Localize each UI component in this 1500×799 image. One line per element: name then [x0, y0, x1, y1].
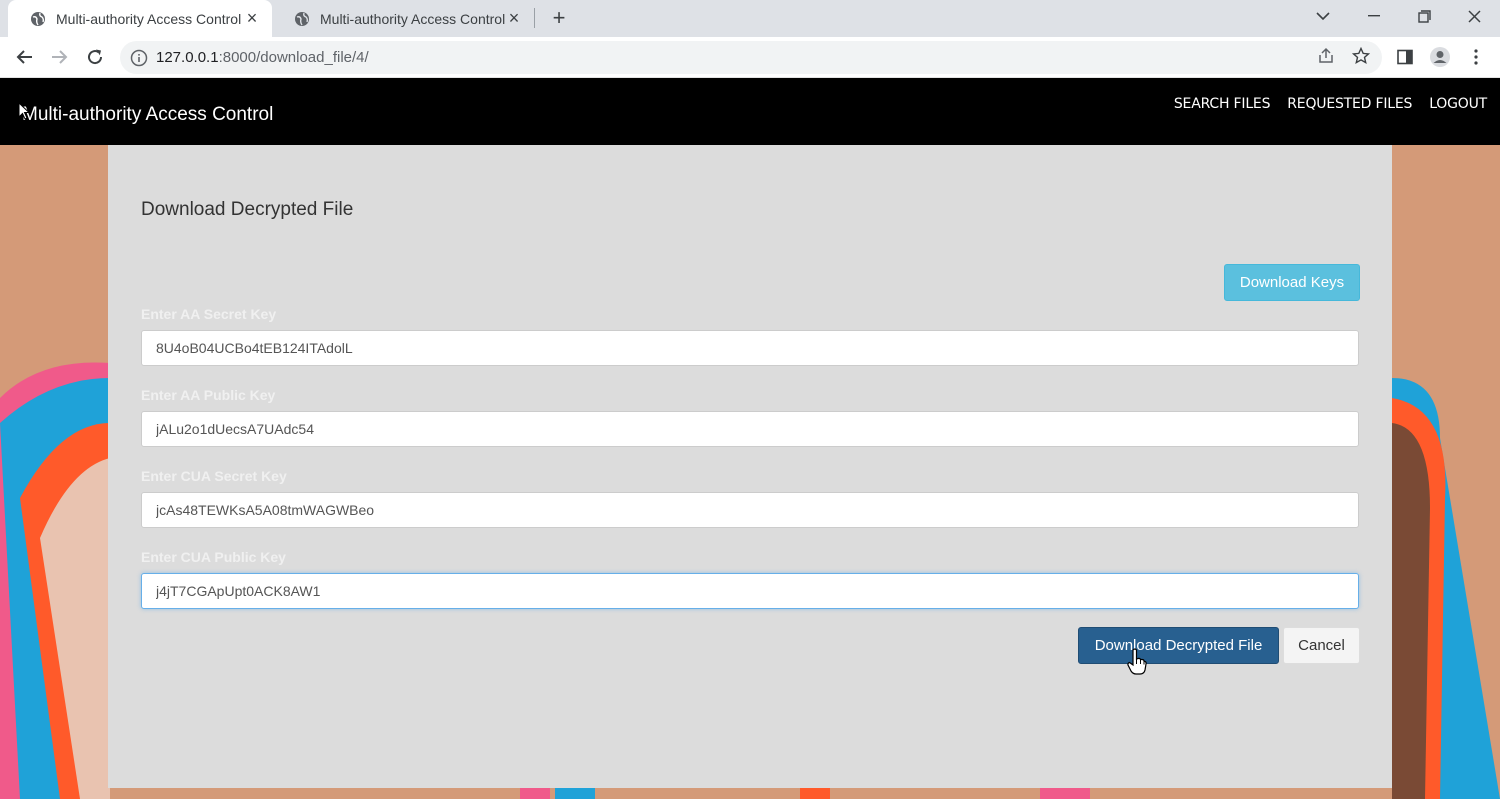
- tab-title: Multi-authority Access Control: [320, 10, 506, 27]
- download-decrypted-file-button[interactable]: Download Decrypted File: [1078, 627, 1279, 664]
- mouse-pointer-icon: [18, 102, 30, 120]
- restore-icon[interactable]: [1409, 4, 1439, 28]
- nav-link-requested-files[interactable]: REQUESTED FILES: [1287, 96, 1412, 112]
- url-text: 127.0.0.1:8000/download_file/4/: [156, 49, 369, 66]
- forward-arrow-icon[interactable]: [48, 45, 72, 69]
- site-brand[interactable]: Multi-authority Access Control: [22, 104, 273, 126]
- profile-avatar-icon[interactable]: [1429, 46, 1451, 68]
- kebab-menu-icon[interactable]: [1465, 46, 1487, 68]
- nav-link-search-files[interactable]: SEARCH FILES: [1174, 96, 1271, 112]
- aa-public-key-label: Enter AA Public Key: [141, 387, 276, 403]
- url-host: 127.0.0.1: [156, 49, 219, 66]
- site-info-icon[interactable]: [130, 49, 148, 67]
- address-bar[interactable]: 127.0.0.1:8000/download_file/4/: [120, 41, 1382, 74]
- window-close-icon[interactable]: [1459, 4, 1489, 28]
- browser-tab-strip: Multi-authority Access Control × Multi-a…: [0, 0, 1500, 37]
- aa-secret-key-input[interactable]: [141, 330, 1359, 366]
- bookmark-star-icon[interactable]: [1350, 45, 1372, 67]
- web-page: Multi-authority Access Control SEARCH FI…: [0, 78, 1500, 799]
- aa-secret-key-label: Enter AA Secret Key: [141, 306, 277, 322]
- cua-secret-key-input[interactable]: [141, 492, 1359, 528]
- hand-cursor-icon: [1127, 648, 1147, 675]
- form-title: Download Decrypted File: [141, 199, 354, 220]
- cua-secret-key-label: Enter CUA Secret Key: [141, 468, 287, 484]
- close-icon[interactable]: ×: [506, 8, 522, 28]
- nav-link-logout[interactable]: LOGOUT: [1429, 96, 1487, 112]
- globe-icon: [30, 11, 46, 27]
- share-icon[interactable]: [1315, 45, 1337, 67]
- site-navbar: Multi-authority Access Control SEARCH FI…: [0, 78, 1500, 145]
- back-arrow-icon[interactable]: [12, 45, 36, 69]
- new-tab-icon[interactable]: +: [548, 6, 570, 30]
- download-form-panel: Download Decrypted File Download Keys En…: [108, 145, 1392, 788]
- browser-tab[interactable]: Multi-authority Access Control ×: [272, 0, 534, 37]
- tab-search-chevron-icon[interactable]: [1308, 4, 1338, 28]
- cancel-button[interactable]: Cancel: [1283, 627, 1360, 664]
- close-icon[interactable]: ×: [244, 8, 260, 28]
- globe-icon: [294, 11, 310, 27]
- side-panel-icon[interactable]: [1394, 46, 1416, 68]
- browser-tab-active[interactable]: Multi-authority Access Control ×: [8, 0, 272, 37]
- reload-icon[interactable]: [83, 45, 107, 69]
- download-keys-button[interactable]: Download Keys: [1224, 264, 1360, 301]
- browser-toolbar: 127.0.0.1:8000/download_file/4/: [0, 37, 1500, 78]
- tab-title: Multi-authority Access Control: [56, 10, 242, 27]
- cua-public-key-label: Enter CUA Public Key: [141, 549, 286, 565]
- tab-separator: [534, 8, 535, 28]
- url-path: :8000/download_file/4/: [218, 49, 369, 66]
- navbar-links: SEARCH FILES REQUESTED FILES LOGOUT: [1174, 96, 1487, 112]
- aa-public-key-input[interactable]: [141, 411, 1359, 447]
- minimize-icon[interactable]: [1359, 4, 1389, 28]
- cua-public-key-input[interactable]: [141, 573, 1359, 609]
